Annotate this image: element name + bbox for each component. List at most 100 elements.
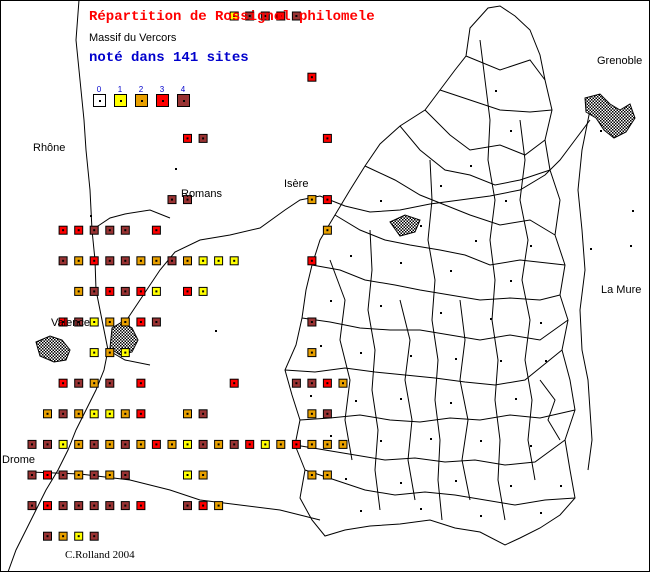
site-marker [322,409,332,419]
site-marker [89,378,99,388]
place-rhone: Rhône [33,142,66,154]
legend-item-1: 1 [113,86,127,107]
site-marker [74,439,84,449]
site-marker [307,470,317,480]
site-marker [120,439,130,449]
grenoble-urban-area [584,93,636,139]
site-marker [105,348,115,358]
site-marker [307,409,317,419]
site-marker [58,531,68,541]
site-marker [27,470,37,480]
legend-item-2: 2 [134,86,148,107]
legend-swatch-4 [177,94,190,107]
site-marker [105,317,115,327]
site-marker [214,501,224,511]
site-marker [322,133,332,143]
site-marker [307,195,317,205]
map-credit: C.Rolland 2004 [65,549,135,561]
site-marker [167,195,177,205]
site-marker [322,195,332,205]
site-marker [307,378,317,388]
site-marker [105,439,115,449]
valence-east-urban-area [35,335,71,363]
site-marker [322,225,332,235]
distribution-map: Répartition de Rossignol philomele Massi… [0,0,650,572]
site-marker [151,286,161,296]
site-marker [291,439,301,449]
site-marker [198,501,208,511]
site-marker [198,256,208,266]
site-marker [198,409,208,419]
site-marker [183,133,192,143]
site-marker [229,256,239,266]
site-marker [198,439,208,449]
site-marker [307,439,317,449]
site-marker [89,531,99,541]
legend-label-4: 4 [180,85,186,94]
site-marker [136,317,146,327]
legend-item-0: 0 [92,86,106,107]
site-marker [105,378,115,388]
site-marker [58,470,68,480]
massif-outline [284,5,576,546]
site-marker [43,409,52,419]
legend-swatch-1 [114,94,127,107]
site-marker [229,439,239,449]
site-marker [89,256,99,266]
site-marker [167,439,177,449]
site-marker [74,409,84,419]
legend-label-1: 1 [117,85,123,94]
site-marker [58,378,68,388]
drac-river [577,109,593,471]
site-marker [89,225,99,235]
site-marker [136,256,146,266]
site-marker [338,439,348,449]
legend-label-0: 0 [96,85,102,94]
place-drome: Drome [2,454,36,466]
map-subtitle: Massif du Vercors [89,32,177,44]
site-marker [136,501,146,511]
place-grenoble: Grenoble [597,55,643,67]
place-isere: Isère [284,178,309,190]
site-marker [307,72,317,82]
site-marker [58,501,68,511]
legend-item-3: 3 [155,86,169,107]
site-marker [105,501,115,511]
site-marker [198,286,208,296]
site-marker [27,501,37,511]
site-marker [43,531,52,541]
site-marker [89,286,99,296]
site-marker [183,286,192,296]
site-marker [136,409,146,419]
place-romans: Romans [181,188,222,200]
site-marker [120,225,130,235]
site-marker [74,378,84,388]
site-marker [74,470,84,480]
site-marker [151,256,161,266]
site-marker [214,256,224,266]
site-marker [136,286,146,296]
site-marker [307,317,317,327]
vercors-town-area [389,214,421,237]
site-marker [245,439,255,449]
site-marker [136,378,146,388]
site-marker [89,317,99,327]
site-marker [120,501,130,511]
site-marker [183,439,192,449]
site-marker [105,256,115,266]
site-marker [338,378,348,388]
site-marker [120,348,130,358]
site-marker [307,348,317,358]
site-marker [120,256,130,266]
legend-item-4: 4 [176,86,190,107]
place-valence: Valence [51,317,90,329]
site-marker [307,256,317,266]
site-marker [183,256,192,266]
site-marker [151,317,161,327]
site-marker [151,225,161,235]
site-marker [120,317,130,327]
site-marker [120,286,130,296]
site-marker [43,470,52,480]
site-marker [58,409,68,419]
map-title: Répartition de Rossignol philomele [89,9,375,25]
